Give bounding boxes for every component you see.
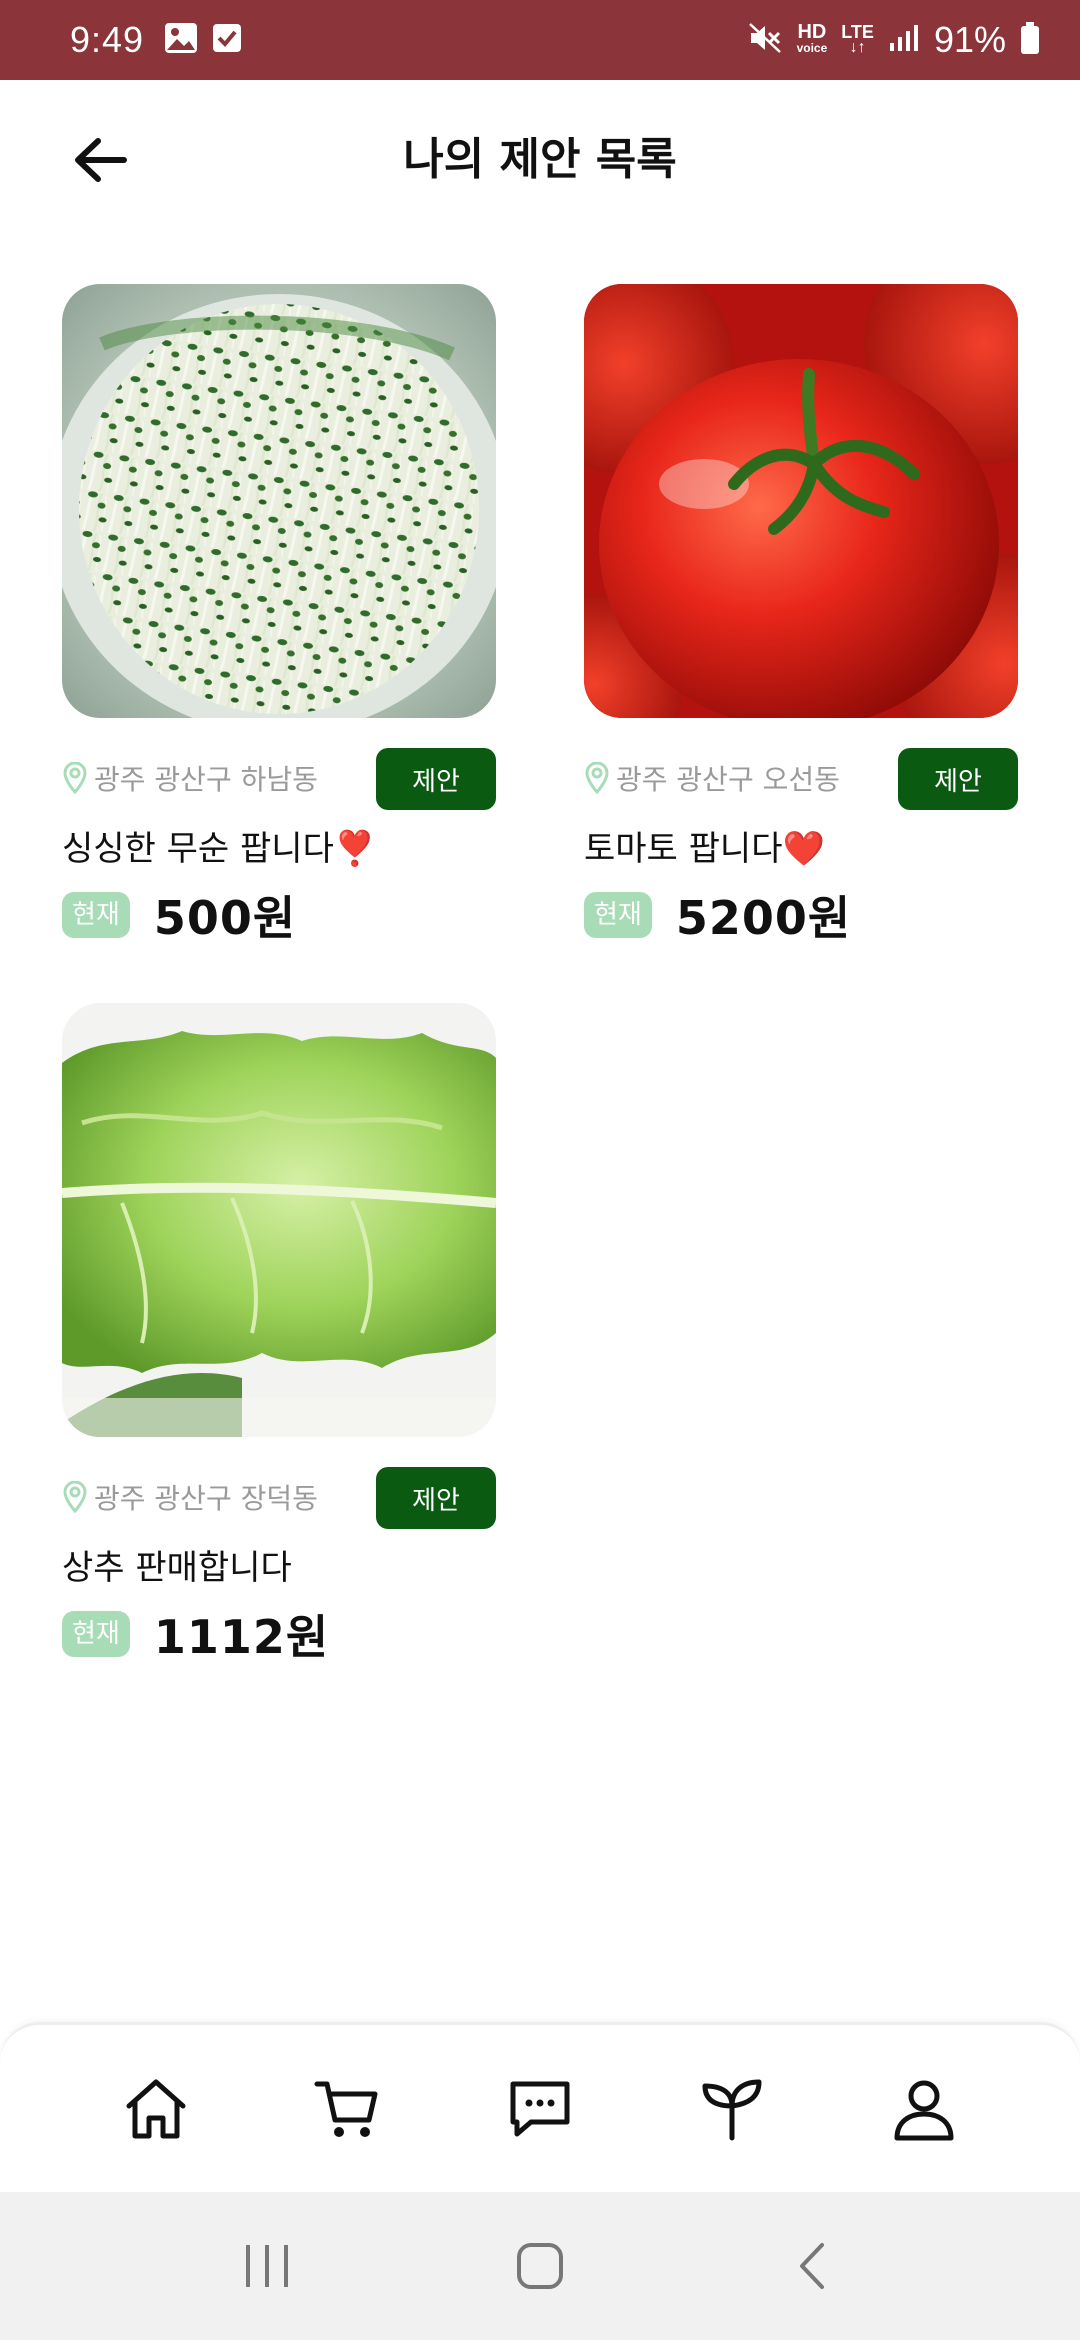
hd-voice-indicator: HD voice — [796, 21, 828, 56]
image-icon — [164, 22, 198, 58]
nav-home[interactable] — [106, 2059, 206, 2159]
sprouts-photo[interactable] — [62, 284, 496, 718]
bottom-navigation — [0, 2022, 1080, 2192]
product-price: 1112원 — [153, 1610, 330, 1664]
current-badge: 현재 — [584, 892, 652, 938]
product-price: 5200원 — [675, 891, 852, 945]
nav-sprout[interactable] — [682, 2059, 782, 2159]
back-chevron-icon — [800, 2243, 825, 2289]
product-card[interactable]: 광주 광산구 장덕동 제안 상추 판매합니다 현재 1112원 — [62, 1003, 496, 1669]
home-system-button[interactable] — [490, 2226, 590, 2306]
location-text: 광주 광산구 장덕동 — [94, 1482, 318, 1515]
home-circle-icon — [516, 2243, 563, 2289]
home-icon — [126, 2079, 186, 2138]
product-card[interactable]: 광주 광산구 오선동 제안 토마토 팝니다❤️ 현재 5200원 — [584, 284, 1018, 950]
system-navigation — [0, 2192, 1080, 2340]
current-badge: 현재 — [62, 1611, 130, 1657]
sprout-icon — [702, 2079, 762, 2140]
product-title[interactable]: 토마토 팝니다❤️ — [584, 822, 1018, 876]
product-title[interactable]: 싱싱한 무순 팝니다❣️ — [62, 822, 496, 876]
mute-icon — [747, 21, 783, 60]
profile-icon — [894, 2080, 954, 2140]
product-price: 500원 — [153, 891, 297, 945]
recents-icon — [245, 2245, 288, 2287]
lettuce-photo[interactable] — [62, 1003, 496, 1437]
lte-label: LTE — [841, 22, 874, 42]
status-time: 9:49 — [70, 19, 145, 60]
nav-cart[interactable] — [298, 2059, 398, 2159]
checkbox-icon — [212, 22, 242, 58]
location-pin-icon — [63, 1481, 87, 1513]
location-label: 광주 광산구 오선동 — [584, 758, 840, 798]
battery-percent: 91% — [933, 19, 1006, 60]
offer-button[interactable]: 제안 — [376, 1467, 496, 1529]
location-pin-icon — [63, 762, 87, 794]
cart-icon — [314, 2081, 378, 2137]
battery-icon — [1020, 21, 1040, 60]
back-system-button[interactable] — [763, 2226, 863, 2306]
tomato-photo[interactable] — [584, 284, 1018, 718]
product-title[interactable]: 상추 판매합니다 — [62, 1541, 496, 1595]
signal-icon — [888, 23, 920, 58]
location-label: 광주 광산구 하남동 — [62, 758, 318, 798]
nav-chat[interactable] — [490, 2059, 590, 2159]
page-title: 나의 제안 목록 — [403, 134, 677, 185]
current-badge: 현재 — [62, 892, 130, 938]
location-text: 광주 광산구 하남동 — [94, 763, 318, 796]
offer-button[interactable]: 제안 — [376, 748, 496, 810]
lte-indicator: LTE ↓↑ — [841, 22, 874, 56]
offer-button[interactable]: 제안 — [898, 748, 1018, 810]
location-text: 광주 광산구 오선동 — [616, 763, 840, 796]
data-arrows-icon: ↓↑ — [849, 39, 866, 56]
status-bar: 9:49 HD voice LTE ↓↑ 91% — [0, 0, 1080, 80]
location-pin-icon — [585, 762, 609, 794]
recents-button[interactable] — [217, 2226, 317, 2306]
nav-profile[interactable] — [874, 2059, 974, 2159]
header: 나의 제안 목록 — [0, 80, 1080, 230]
location-label: 광주 광산구 장덕동 — [62, 1477, 318, 1517]
hd-label: HD — [797, 21, 827, 43]
chat-icon — [510, 2081, 570, 2136]
voice-label: voice — [796, 41, 828, 55]
product-card[interactable]: 광주 광산구 하남동 제안 싱싱한 무순 팝니다❣️ 현재 500원 — [62, 284, 496, 950]
